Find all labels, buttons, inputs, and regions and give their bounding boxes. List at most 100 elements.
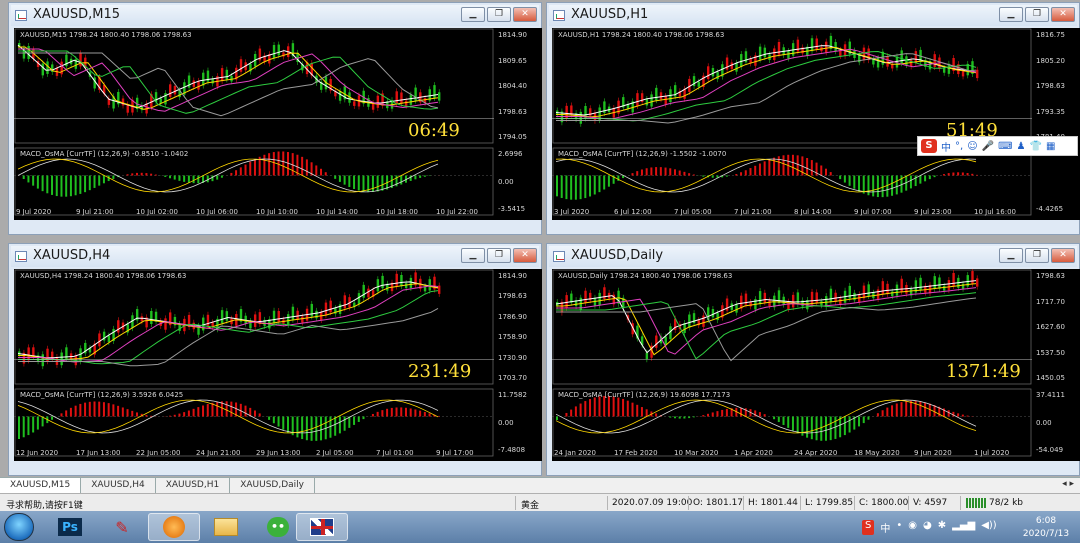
macd-bar: [636, 171, 639, 176]
chart-window-daily[interactable]: XAUUSD,Daily ▁ ❐ ✕ XAUUSD,Daily 1798.24 18…: [546, 243, 1080, 476]
skin-icon[interactable]: 👕: [1029, 141, 1041, 152]
macd-scale-label: 0.00: [498, 418, 514, 427]
tray-dot-icon[interactable]: •: [896, 520, 902, 535]
candle: [810, 291, 814, 305]
minimize-button[interactable]: ▁: [999, 7, 1023, 22]
macd-bar: [36, 416, 39, 430]
candle: [414, 87, 417, 101]
candle: [371, 103, 375, 110]
tab-daily[interactable]: XAUUSD,Daily: [230, 478, 315, 493]
restore-button[interactable]: ❐: [487, 248, 511, 263]
macd-bar: [919, 175, 922, 184]
chart-window-h1[interactable]: XAUUSD,H1 ▁ ❐ ✕ XAUUSD,H1 1798.24 1800.40 …: [546, 2, 1080, 235]
wechat-tray-icon[interactable]: ◕: [923, 520, 932, 535]
macd-bar: [268, 153, 271, 176]
macd-bar: [381, 175, 384, 191]
macd-bar: [376, 411, 379, 417]
chart-window-h4[interactable]: XAUUSD,H4 ▁ ❐ ✕ XAUUSD,H4 1798.24 1800.40 …: [8, 243, 542, 476]
macd-bar: [65, 410, 68, 417]
macd-bar: [362, 416, 365, 420]
macd-bar: [669, 168, 672, 176]
status-traffic: 78/2 kb: [989, 498, 1023, 508]
time-axis-label: 10 Mar 2020: [674, 449, 719, 457]
restore-button[interactable]: ❐: [1025, 248, 1049, 263]
candle: [876, 57, 880, 68]
macd-bar: [574, 175, 577, 200]
chart-info-label: XAUUSD,H4 1798.24 1800.40 1798.06 1798.6…: [20, 272, 187, 280]
ime-tray-icon[interactable]: 中: [880, 520, 890, 535]
macd-bar: [22, 416, 25, 438]
restore-button[interactable]: ❐: [487, 7, 511, 22]
macd-bar: [192, 175, 195, 184]
minimize-button[interactable]: ▁: [461, 248, 485, 263]
volume-icon[interactable]: ◀)): [981, 520, 997, 535]
macd-bar: [135, 412, 138, 417]
close-button[interactable]: ✕: [1051, 248, 1075, 263]
start-button[interactable]: [4, 513, 34, 541]
time-axis-label: 9 Jul 17:00: [436, 449, 474, 457]
window-titlebar[interactable]: XAUUSD,Daily ▁ ❐ ✕: [549, 246, 1077, 267]
network-icon[interactable]: ▂▄▆: [952, 520, 975, 535]
minimize-button[interactable]: ▁: [461, 7, 485, 22]
chart-pane[interactable]: XAUUSD,H1 1798.24 1800.40 1798.06 1798.6…: [552, 28, 1080, 220]
window-titlebar[interactable]: XAUUSD,H1 ▁ ❐ ✕: [549, 5, 1077, 26]
sogou-tray-icon[interactable]: S: [862, 520, 875, 535]
macd-bar: [740, 172, 743, 176]
candle: [41, 63, 44, 76]
macd-scale-label: 0.00: [498, 177, 514, 186]
close-button[interactable]: ✕: [1051, 7, 1075, 22]
macd-bar: [36, 175, 39, 189]
macd-bar: [51, 416, 54, 420]
macd-bar: [707, 413, 710, 417]
emoji-icon[interactable]: ☺: [967, 141, 977, 152]
tab-scroll-arrows-icon[interactable]: ◂ ▸: [1062, 479, 1074, 489]
sogou-logo-icon[interactable]: S: [921, 139, 937, 153]
grid-menu-icon[interactable]: ▦: [1046, 141, 1055, 152]
chart-svg: [14, 28, 494, 216]
chart-pane[interactable]: XAUUSD,M15 1798.24 1800.40 1798.06 1798.…: [14, 28, 542, 220]
taskbar-flag-app[interactable]: [296, 513, 348, 541]
taskbar-photoshop[interactable]: Ps: [44, 513, 96, 541]
candle: [409, 94, 413, 105]
bluetooth-icon[interactable]: ✱: [938, 520, 946, 535]
ime-toolbar[interactable]: S 中 °, ☺ 🎤 ⌨ ♟ 👕 ▦: [917, 136, 1078, 156]
keyboard-icon[interactable]: ⌨: [998, 141, 1012, 152]
macd-bar: [192, 408, 195, 417]
macd-bar: [84, 402, 87, 417]
candle: [277, 44, 280, 56]
close-button[interactable]: ✕: [513, 7, 537, 22]
user-icon[interactable]: ♟: [1017, 141, 1026, 152]
tab-h1[interactable]: XAUUSD,H1: [156, 478, 231, 493]
restore-button[interactable]: ❐: [1025, 7, 1049, 22]
window-titlebar[interactable]: XAUUSD,M15 ▁ ❐ ✕: [11, 5, 539, 26]
taskbar-browser[interactable]: [148, 513, 200, 541]
macd-bar: [640, 169, 643, 176]
chart-pane[interactable]: XAUUSD,H4 1798.24 1800.40 1798.06 1798.6…: [14, 269, 542, 461]
ime-language-toggle[interactable]: 中: [941, 139, 951, 154]
chart-window-m15[interactable]: XAUUSD,M15 ▁ ❐ ✕ XAUUSD,M15 1798.24 1800.4…: [8, 2, 542, 235]
macd-scale-label: -4.4265: [1036, 205, 1064, 213]
minimize-button[interactable]: ▁: [999, 248, 1023, 263]
chart-pane[interactable]: XAUUSD,Daily 1798.24 1800.40 1798.06 179…: [552, 269, 1080, 461]
window-titlebar[interactable]: XAUUSD,H4 ▁ ❐ ✕: [11, 246, 539, 267]
candle: [702, 315, 705, 327]
taskbar-mt4[interactable]: ✎: [96, 513, 148, 541]
time-axis-label: 10 Jul 06:00: [196, 208, 238, 216]
candle: [32, 347, 35, 357]
qq-icon[interactable]: ◉: [908, 520, 917, 535]
tab-m15[interactable]: XAUUSD,M15: [0, 478, 82, 493]
macd-bar: [320, 416, 323, 441]
punctuation-icon[interactable]: °,: [955, 141, 963, 152]
close-button[interactable]: ✕: [513, 248, 537, 263]
taskbar-clock[interactable]: 6:08 2020/7/13: [1016, 515, 1076, 541]
microphone-icon[interactable]: 🎤: [982, 141, 994, 152]
candle: [688, 314, 691, 328]
macd-bar: [957, 172, 960, 176]
macd-bar: [928, 175, 931, 180]
macd-info-label: MACD_OsMA [CurrTF] (12,26,9) -1.5502 -1.…: [558, 150, 727, 158]
taskbar-explorer[interactable]: [200, 513, 252, 541]
macd-bar: [371, 413, 374, 417]
macd-bar: [829, 172, 832, 176]
tab-h4[interactable]: XAUUSD,H4: [81, 478, 156, 493]
candle: [169, 84, 172, 98]
